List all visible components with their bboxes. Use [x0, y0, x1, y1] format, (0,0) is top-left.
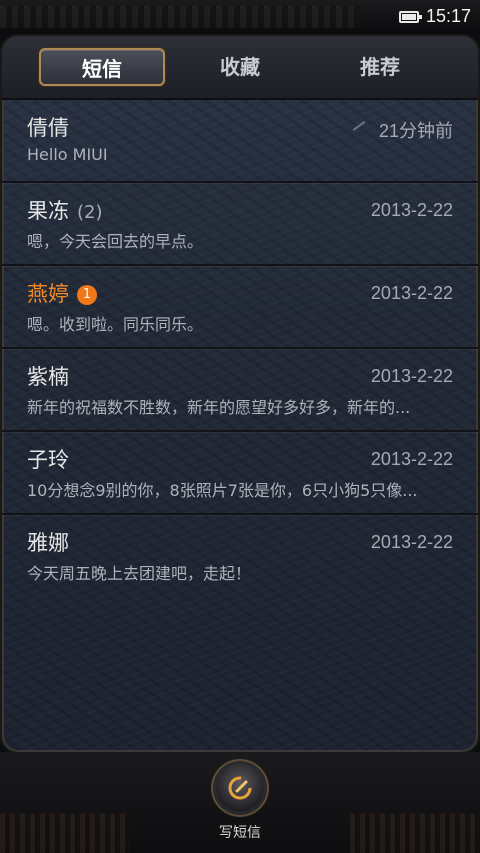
message-preview: 嗯。收到啦。同乐同乐。 — [27, 315, 204, 334]
tab-messages[interactable]: 短信 — [39, 48, 165, 86]
battery-level — [402, 14, 416, 20]
messages-panel: 短信 收藏 推荐 倩倩 21分钟前 Hello MIUI 果冻 (2) 2013-… — [2, 36, 478, 752]
contact-name: 子玲 — [27, 448, 69, 472]
status-bar: 15:17 — [0, 0, 480, 34]
tab-recommended[interactable]: 推荐 — [317, 48, 443, 86]
bottom-bar: 写短信 — [0, 752, 480, 853]
contact-name: 紫楠 — [27, 365, 69, 389]
contact-name: 果冻 (2) — [27, 199, 103, 223]
bottom-ornament-right — [350, 813, 480, 853]
tab-favorites[interactable]: 收藏 — [177, 48, 303, 86]
status-time: 15:17 — [426, 6, 472, 26]
tab-bar: 短信 收藏 推荐 — [2, 36, 478, 100]
battery-icon — [399, 11, 422, 23]
conversation-row[interactable]: 倩倩 21分钟前 Hello MIUI — [2, 100, 478, 183]
bottom-ornament-left — [0, 813, 130, 853]
conversation-row[interactable]: 雅娜 2013-2-22 今天周五晚上去团建吧，走起！ — [2, 515, 478, 596]
message-preview: 10分想念9别的你，8张照片7张是你，6只小狗5只像... — [27, 481, 418, 500]
conversation-row[interactable]: 燕婷 1 2013-2-22 嗯。收到啦。同乐同乐。 — [2, 266, 478, 349]
contact-name: 燕婷 1 — [27, 278, 97, 308]
status-bar-ornament — [0, 6, 360, 28]
compose-label[interactable]: 写短信 — [200, 822, 280, 842]
message-date: 2013-2-22 — [370, 200, 453, 220]
message-preview: 今天周五晚上去团建吧，走起！ — [27, 564, 252, 583]
message-date: 21分钟前 — [378, 121, 453, 141]
compose-icon — [228, 776, 252, 800]
conversation-row[interactable]: 子玲 2013-2-22 10分想念9别的你，8张照片7张是你，6只小狗5只像.… — [2, 432, 478, 515]
message-date: 2013-2-22 — [370, 366, 453, 386]
unread-badge: 1 — [77, 285, 97, 305]
conversation-list: 倩倩 21分钟前 Hello MIUI 果冻 (2) 2013-2-22 嗯，今天… — [2, 100, 478, 596]
sent-icon — [352, 121, 366, 131]
compose-button[interactable] — [216, 764, 264, 812]
message-date: 2013-2-22 — [370, 532, 453, 552]
conversation-row[interactable]: 紫楠 2013-2-22 新年的祝福数不胜数，新年的愿望好多好多，新年的... — [2, 349, 478, 432]
message-date: 2013-2-22 — [370, 283, 453, 303]
conversation-row[interactable]: 果冻 (2) 2013-2-22 嗯，今天会回去的早点。 — [2, 183, 478, 266]
message-date: 2013-2-22 — [370, 449, 453, 469]
message-preview: Hello MIUI — [27, 145, 108, 164]
contact-name: 雅娜 — [27, 531, 69, 555]
contact-name: 倩倩 — [27, 116, 69, 140]
message-preview: 嗯，今天会回去的早点。 — [27, 232, 204, 251]
thread-count: (2) — [77, 202, 103, 223]
message-preview: 新年的祝福数不胜数，新年的愿望好多好多，新年的... — [27, 398, 411, 417]
